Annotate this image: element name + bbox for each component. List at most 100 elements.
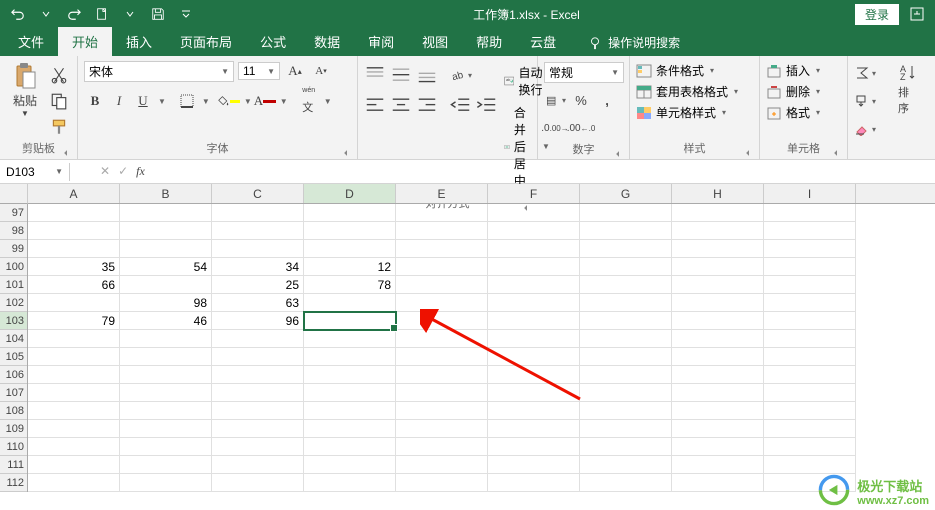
name-box[interactable]: D103▼ — [0, 163, 70, 181]
col-header-A[interactable]: A — [28, 184, 120, 203]
cell-H102[interactable] — [672, 294, 764, 312]
row-header-104[interactable]: 104 — [0, 330, 27, 348]
cell-F106[interactable] — [488, 366, 580, 384]
cell-H98[interactable] — [672, 222, 764, 240]
cell-A112[interactable] — [28, 474, 120, 492]
accounting-format-button[interactable]: ▤▾ — [544, 89, 566, 111]
cell-H110[interactable] — [672, 438, 764, 456]
decrease-font-button[interactable]: A▾ — [310, 60, 332, 82]
cell-G100[interactable] — [580, 258, 672, 276]
cell-B106[interactable] — [120, 366, 212, 384]
cell-I109[interactable] — [764, 420, 856, 438]
cell-G109[interactable] — [580, 420, 672, 438]
cell-G107[interactable] — [580, 384, 672, 402]
cell-D103[interactable] — [304, 312, 396, 330]
comma-button[interactable]: , — [596, 89, 618, 111]
tab-insert[interactable]: 插入 — [112, 27, 166, 56]
undo-button[interactable] — [6, 2, 30, 26]
cell-C106[interactable] — [212, 366, 304, 384]
cell-B107[interactable] — [120, 384, 212, 402]
cell-A100[interactable]: 35 — [28, 258, 120, 276]
tab-data[interactable]: 数据 — [300, 27, 354, 56]
cell-A105[interactable] — [28, 348, 120, 366]
cell-F110[interactable] — [488, 438, 580, 456]
cut-button[interactable] — [48, 64, 70, 86]
cell-A99[interactable] — [28, 240, 120, 258]
cell-B98[interactable] — [120, 222, 212, 240]
col-header-H[interactable]: H — [672, 184, 764, 203]
cell-I97[interactable] — [764, 204, 856, 222]
row-header-97[interactable]: 97 — [0, 204, 27, 222]
cell-G97[interactable] — [580, 204, 672, 222]
cell-A110[interactable] — [28, 438, 120, 456]
cell-E99[interactable] — [396, 240, 488, 258]
cell-A102[interactable] — [28, 294, 120, 312]
cell-C100[interactable]: 34 — [212, 258, 304, 276]
cell-I99[interactable] — [764, 240, 856, 258]
cell-A104[interactable] — [28, 330, 120, 348]
cell-H99[interactable] — [672, 240, 764, 258]
cell-C109[interactable] — [212, 420, 304, 438]
row-header-111[interactable]: 111 — [0, 456, 27, 474]
cell-H106[interactable] — [672, 366, 764, 384]
cell-F108[interactable] — [488, 402, 580, 420]
font-name-selector[interactable]: 宋体▼ — [84, 61, 234, 82]
tab-home[interactable]: 开始 — [58, 27, 112, 56]
clear-button[interactable]: ▾ — [854, 118, 876, 140]
cell-H112[interactable] — [672, 474, 764, 492]
align-bottom-button[interactable] — [416, 64, 438, 86]
cell-E98[interactable] — [396, 222, 488, 240]
cell-D110[interactable] — [304, 438, 396, 456]
enter-formula-button[interactable]: ✓ — [118, 164, 128, 179]
cell-I102[interactable] — [764, 294, 856, 312]
align-top-button[interactable] — [364, 64, 386, 86]
cell-E109[interactable] — [396, 420, 488, 438]
cell-I104[interactable] — [764, 330, 856, 348]
tell-me-search[interactable]: 操作说明搜索 — [578, 29, 690, 56]
autosum-button[interactable]: ▾ — [854, 62, 876, 84]
col-header-G[interactable]: G — [580, 184, 672, 203]
paste-button[interactable]: 粘贴 ▼ — [6, 60, 44, 138]
col-header-B[interactable]: B — [120, 184, 212, 203]
cell-D98[interactable] — [304, 222, 396, 240]
cell-B109[interactable] — [120, 420, 212, 438]
font-color-button[interactable]: A — [254, 90, 276, 112]
cell-F103[interactable] — [488, 312, 580, 330]
cell-styles-button[interactable]: 单元格样式▾ — [636, 104, 753, 121]
qat-customize[interactable] — [174, 2, 198, 26]
cell-B102[interactable]: 98 — [120, 294, 212, 312]
cell-C103[interactable]: 96 — [212, 312, 304, 330]
cell-C101[interactable]: 25 — [212, 276, 304, 294]
cell-H111[interactable] — [672, 456, 764, 474]
cell-G102[interactable] — [580, 294, 672, 312]
fill-dropdown[interactable]: ▼ — [244, 97, 252, 106]
cell-A101[interactable]: 66 — [28, 276, 120, 294]
tab-help[interactable]: 帮助 — [462, 27, 516, 56]
fill-button[interactable]: ▾ — [854, 90, 876, 112]
cell-E106[interactable] — [396, 366, 488, 384]
cell-B111[interactable] — [120, 456, 212, 474]
cell-H109[interactable] — [672, 420, 764, 438]
cell-G110[interactable] — [580, 438, 672, 456]
row-header-108[interactable]: 108 — [0, 402, 27, 420]
increase-indent-button[interactable] — [476, 94, 498, 116]
undo-dropdown[interactable] — [34, 2, 58, 26]
underline-dropdown[interactable]: ▼ — [158, 97, 166, 106]
cell-F98[interactable] — [488, 222, 580, 240]
cell-I106[interactable] — [764, 366, 856, 384]
cell-C104[interactable] — [212, 330, 304, 348]
cell-D101[interactable]: 78 — [304, 276, 396, 294]
cell-C112[interactable] — [212, 474, 304, 492]
cell-G112[interactable] — [580, 474, 672, 492]
col-header-C[interactable]: C — [212, 184, 304, 203]
cell-D97[interactable] — [304, 204, 396, 222]
orientation-button[interactable]: ab▾ — [450, 64, 472, 86]
cell-D99[interactable] — [304, 240, 396, 258]
col-header-D[interactable]: D — [304, 184, 396, 203]
cell-H103[interactable] — [672, 312, 764, 330]
cell-C97[interactable] — [212, 204, 304, 222]
cell-D109[interactable] — [304, 420, 396, 438]
row-header-106[interactable]: 106 — [0, 366, 27, 384]
cell-F97[interactable] — [488, 204, 580, 222]
save-button[interactable] — [146, 2, 170, 26]
